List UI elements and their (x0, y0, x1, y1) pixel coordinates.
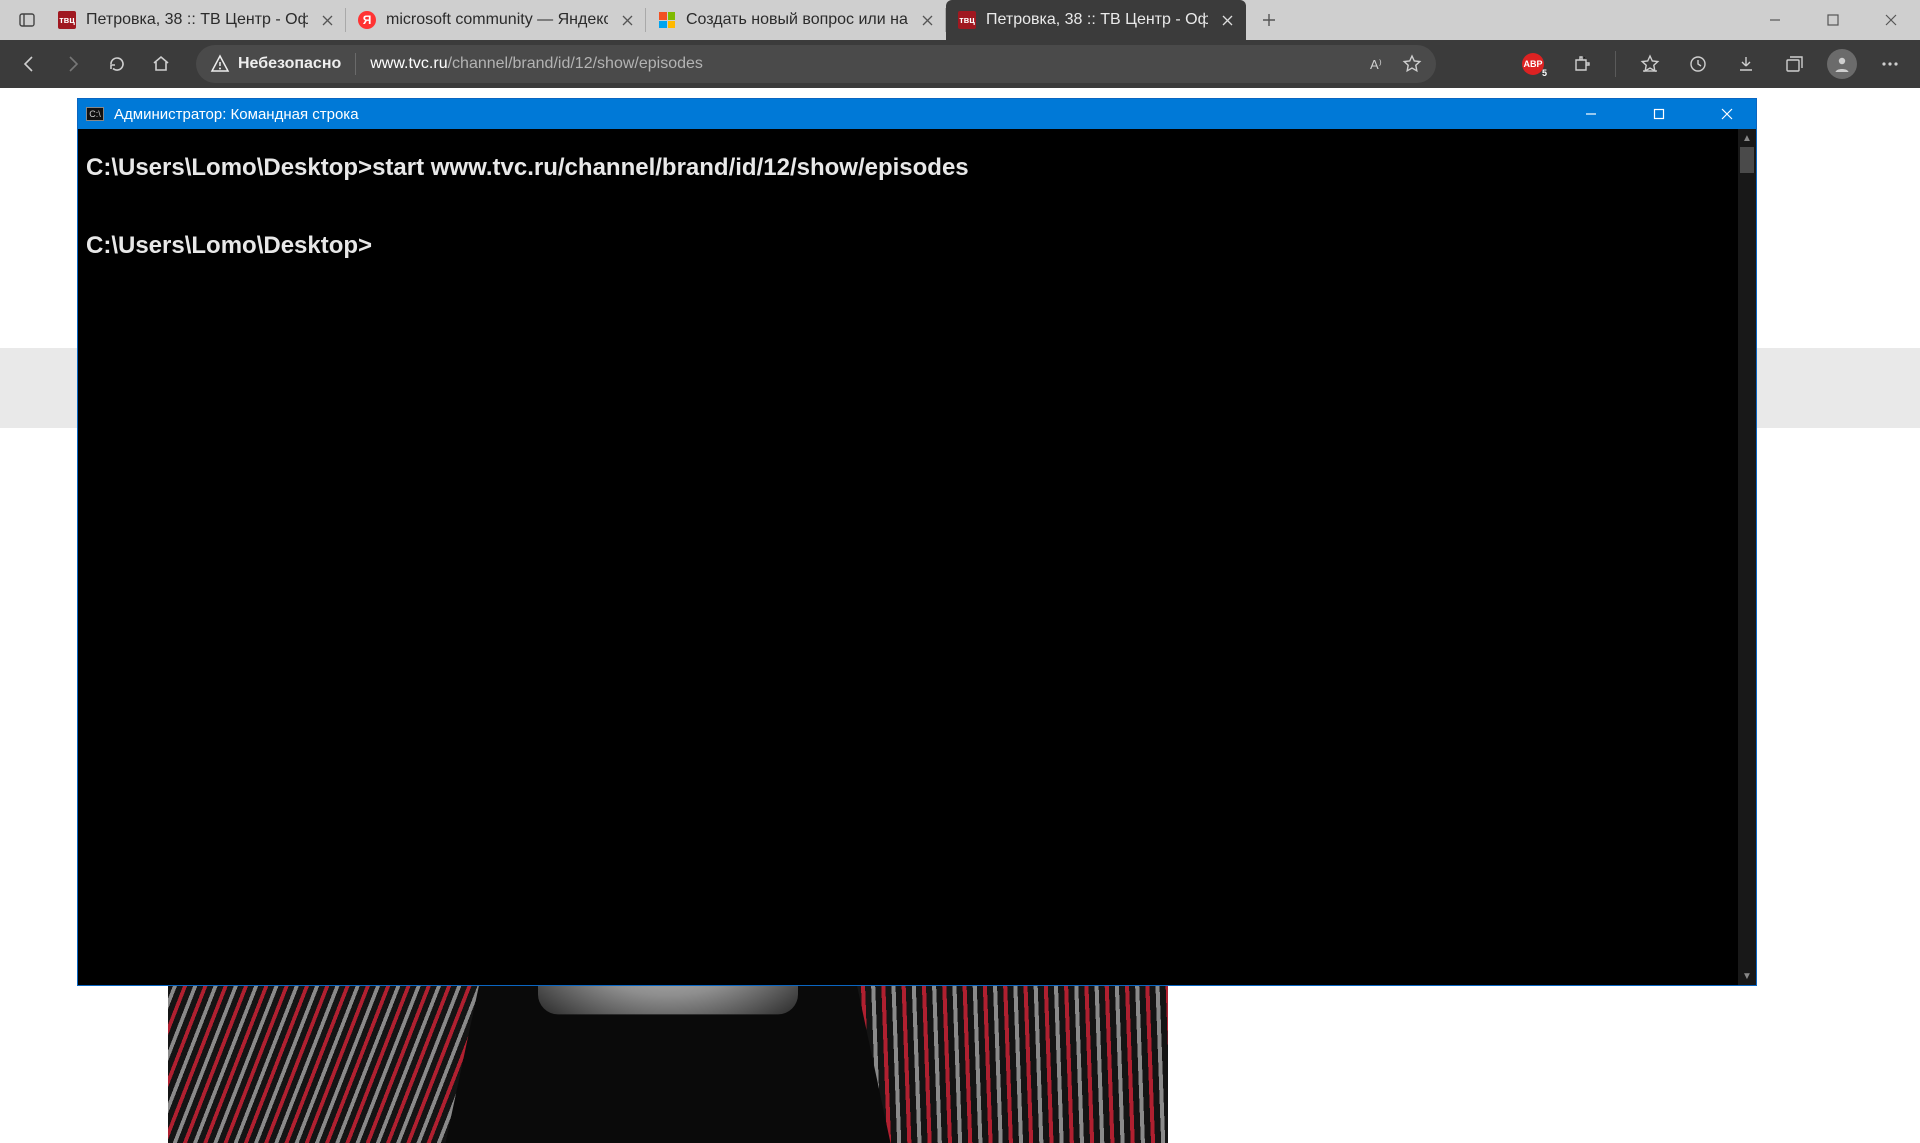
tvc-favicon-icon: твц (958, 11, 976, 29)
microsoft-favicon-icon (658, 11, 676, 29)
browser-tab[interactable]: твц Петровка, 38 :: ТВ Центр - Офи (46, 0, 346, 40)
cmd-title: Администратор: Командная строка (114, 106, 1552, 123)
warning-icon (210, 54, 230, 74)
maximize-window-button[interactable] (1804, 0, 1862, 40)
extensions-button[interactable] (1561, 45, 1601, 83)
minimize-window-button[interactable] (1746, 0, 1804, 40)
back-button[interactable] (10, 45, 48, 83)
history-button[interactable] (1678, 45, 1718, 83)
security-label: Небезопасно (238, 55, 341, 73)
spacer (1292, 0, 1746, 40)
close-tab-button[interactable] (318, 11, 336, 29)
downloads-button[interactable] (1726, 45, 1766, 83)
cmd-titlebar[interactable]: C:\ Администратор: Командная строка (78, 99, 1756, 129)
scroll-down-button[interactable]: ▼ (1738, 967, 1756, 985)
avatar-icon (1827, 49, 1857, 79)
browser-toolbar: Небезопасно www.tvc.ru/channel/brand/id/… (0, 40, 1920, 88)
cmd-maximize-button[interactable] (1630, 99, 1688, 129)
new-tab-button[interactable] (1246, 0, 1292, 40)
address-bar[interactable]: Небезопасно www.tvc.ru/channel/brand/id/… (196, 45, 1436, 83)
cmd-close-button[interactable] (1698, 99, 1756, 129)
divider (1615, 51, 1616, 77)
url-path: /channel/brand/id/12/show/episodes (448, 55, 703, 72)
tvc-favicon-icon: твц (58, 11, 76, 29)
cmd-icon: C:\ (86, 107, 104, 121)
collections-button[interactable] (1774, 45, 1814, 83)
cmd-output[interactable]: C:\Users\Lomo\Desktop>start www.tvc.ru/c… (78, 129, 1738, 985)
close-tab-button[interactable] (618, 11, 636, 29)
url-host: www.tvc.ru (370, 55, 447, 72)
cmd-minimize-button[interactable] (1562, 99, 1620, 129)
tab-title: microsoft community — Яндекс (386, 11, 608, 29)
security-badge[interactable]: Небезопасно (210, 54, 341, 74)
yandex-favicon-icon: Я (358, 11, 376, 29)
home-button[interactable] (142, 45, 180, 83)
reload-button[interactable] (98, 45, 136, 83)
svg-text:A⁾: A⁾ (1370, 57, 1382, 72)
favorites-button[interactable] (1630, 45, 1670, 83)
scroll-thumb[interactable] (1740, 147, 1754, 173)
add-favorite-button[interactable] (1402, 54, 1422, 74)
browser-tab-active[interactable]: твц Петровка, 38 :: ТВ Центр - Офи (946, 0, 1246, 40)
settings-menu-button[interactable] (1870, 45, 1910, 83)
forward-button[interactable] (54, 45, 92, 83)
cmd-window[interactable]: C:\ Администратор: Командная строка C:\U… (77, 98, 1757, 986)
browser-tab[interactable]: Я microsoft community — Яндекс (346, 0, 646, 40)
scroll-up-button[interactable]: ▲ (1738, 129, 1756, 147)
url-text: www.tvc.ru/channel/brand/id/12/show/epis… (370, 55, 703, 73)
cmd-line: C:\Users\Lomo\Desktop>start www.tvc.ru/c… (86, 154, 969, 181)
tab-title: Петровка, 38 :: ТВ Центр - Офи (86, 11, 308, 29)
tab-actions-button[interactable] (8, 0, 46, 40)
close-window-button[interactable] (1862, 0, 1920, 40)
close-tab-button[interactable] (1218, 11, 1236, 29)
read-aloud-button[interactable]: A⁾ (1368, 54, 1388, 74)
divider (355, 53, 356, 75)
tab-title: Создать новый вопрос или нач (686, 11, 908, 29)
toolbar-right: ABP (1513, 45, 1910, 83)
browser-tab[interactable]: Создать новый вопрос или нач (646, 0, 946, 40)
cmd-scrollbar[interactable]: ▲ ▼ (1738, 129, 1756, 985)
spacer (0, 0, 8, 40)
profile-button[interactable] (1822, 45, 1862, 83)
cmd-line: C:\Users\Lomo\Desktop> (86, 232, 372, 259)
window-controls (1746, 0, 1920, 40)
close-tab-button[interactable] (918, 11, 936, 29)
tab-title: Петровка, 38 :: ТВ Центр - Офи (986, 11, 1208, 29)
browser-tab-strip: твц Петровка, 38 :: ТВ Центр - Офи Я mic… (0, 0, 1920, 40)
adblock-button[interactable]: ABP (1513, 45, 1553, 83)
